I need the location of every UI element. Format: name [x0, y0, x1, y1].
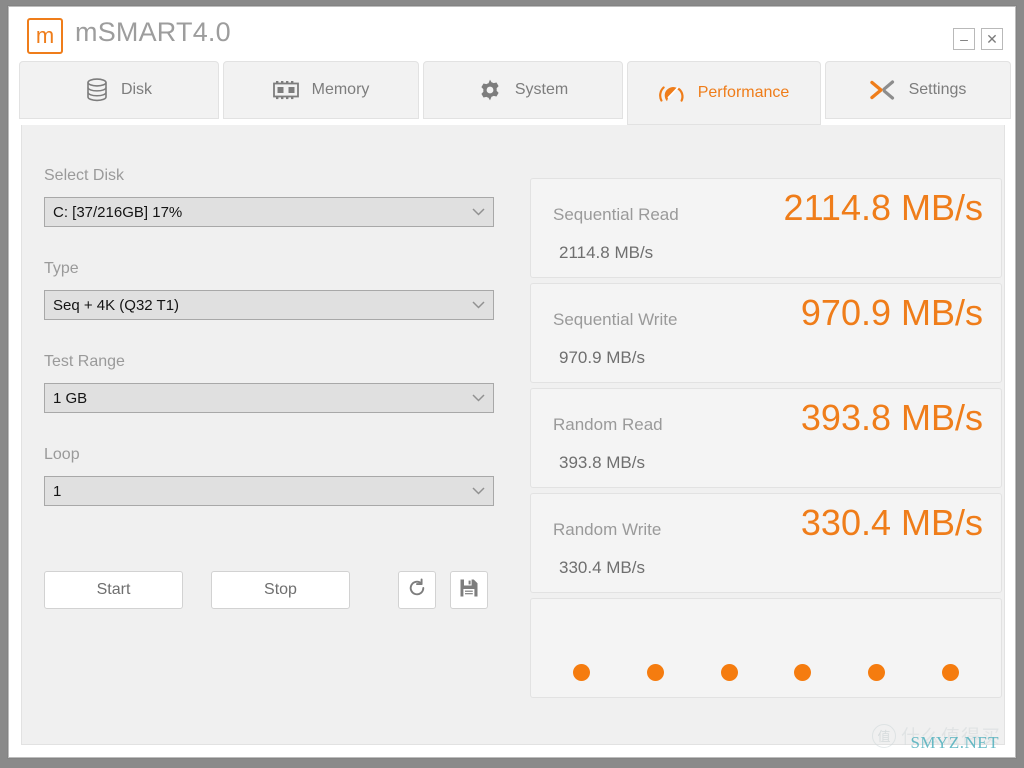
action-button-row: Start Stop	[44, 571, 488, 609]
result-value: 970.9 MB/s	[800, 292, 983, 333]
tab-memory-label: Memory	[311, 81, 370, 98]
result-value: 330.4 MB/s	[800, 502, 983, 543]
result-detail: 970.9 MB/s	[559, 348, 645, 367]
chevron-down-icon	[472, 394, 485, 403]
title-bar: m mSMART4.0 – ✕	[9, 7, 1015, 61]
result-card-sequential-read: Sequential Read 2114.8 MB/s 2114.8 MB/s	[530, 178, 1002, 278]
select-disk-value: C: [37/216GB] 17%	[53, 203, 183, 221]
result-card-sequential-write: Sequential Write 970.9 MB/s 970.9 MB/s	[530, 283, 1002, 383]
result-label: Random Write	[553, 520, 662, 539]
test-range-value: 1 GB	[53, 389, 88, 407]
result-detail: 2114.8 MB/s	[559, 243, 654, 262]
tab-settings-label: Settings	[908, 81, 967, 98]
chevron-down-icon	[472, 301, 485, 310]
close-button[interactable]: ✕	[981, 28, 1003, 50]
progress-dot	[720, 664, 738, 681]
progress-indicator-panel	[530, 598, 1002, 698]
application-window: m mSMART4.0 – ✕ Disk Memory System Perfo…	[8, 6, 1016, 758]
type-dropdown[interactable]: Seq + 4K (Q32 T1)	[44, 290, 494, 320]
loop-value: 1	[53, 482, 62, 500]
select-disk-dropdown[interactable]: C: [37/216GB] 17%	[44, 197, 494, 227]
memory-chip-icon	[272, 80, 299, 100]
app-title: mSMART4.0	[75, 17, 231, 47]
type-value: Seq + 4K (Q32 T1)	[53, 296, 180, 314]
test-configuration-form: Select Disk C: [37/216GB] 17% Type Seq +…	[44, 167, 494, 539]
tab-memory[interactable]: Memory	[223, 61, 419, 119]
save-icon	[459, 578, 479, 603]
field-select-disk: Select Disk C: [37/216GB] 17%	[44, 167, 494, 227]
test-range-dropdown[interactable]: 1 GB	[44, 383, 494, 413]
select-disk-label: Select Disk	[44, 167, 125, 184]
app-logo-icon: m	[27, 18, 63, 54]
loop-dropdown[interactable]: 1	[44, 476, 494, 506]
tab-system[interactable]: System	[423, 61, 623, 119]
field-type: Type Seq + 4K (Q32 T1)	[44, 260, 494, 320]
stop-button[interactable]: Stop	[211, 571, 350, 609]
result-card-random-read: Random Read 393.8 MB/s 393.8 MB/s	[530, 388, 1002, 488]
progress-dot	[941, 664, 959, 681]
chevron-down-icon	[472, 208, 485, 217]
progress-dot	[868, 664, 886, 681]
progress-dot	[794, 664, 812, 681]
progress-dot	[646, 664, 664, 681]
result-label: Random Read	[553, 415, 663, 434]
tab-disk-label: Disk	[120, 81, 153, 98]
refresh-button[interactable]	[398, 571, 436, 609]
chevron-down-icon	[472, 487, 485, 496]
result-value: 2114.8 MB/s	[783, 187, 983, 228]
gear-icon	[478, 78, 502, 102]
tab-system-label: System	[514, 81, 569, 98]
results-panel: Sequential Read 2114.8 MB/s 2114.8 MB/s …	[530, 178, 1002, 698]
result-detail: 330.4 MB/s	[559, 558, 645, 577]
gauge-icon	[658, 82, 685, 104]
database-icon	[86, 78, 108, 102]
progress-dot	[573, 664, 590, 681]
save-button[interactable]	[450, 571, 488, 609]
loop-label: Loop	[44, 446, 80, 463]
result-value: 393.8 MB/s	[800, 397, 983, 438]
progress-dots	[557, 664, 975, 681]
type-label: Type	[44, 260, 79, 277]
tab-disk[interactable]: Disk	[19, 61, 219, 119]
minimize-icon: –	[960, 31, 968, 47]
result-label: Sequential Read	[553, 205, 679, 224]
result-label: Sequential Write	[553, 310, 678, 329]
crossing-arrows-icon	[869, 79, 896, 101]
tab-performance-label: Performance	[697, 84, 790, 101]
app-logo-glyph: m	[35, 23, 55, 48]
close-icon: ✕	[986, 31, 998, 47]
result-detail: 393.8 MB/s	[559, 453, 645, 472]
field-test-range: Test Range 1 GB	[44, 353, 494, 413]
refresh-icon	[407, 577, 427, 603]
minimize-button[interactable]: –	[953, 28, 975, 50]
tab-performance[interactable]: Performance	[627, 61, 821, 125]
field-loop: Loop 1	[44, 446, 494, 506]
result-card-random-write: Random Write 330.4 MB/s 330.4 MB/s	[530, 493, 1002, 593]
tab-bar: Disk Memory System Performance Settings	[9, 61, 1015, 125]
test-range-label: Test Range	[44, 353, 125, 370]
performance-panel: Select Disk C: [37/216GB] 17% Type Seq +…	[21, 125, 1005, 745]
start-button[interactable]: Start	[44, 571, 183, 609]
tab-settings[interactable]: Settings	[825, 61, 1011, 119]
